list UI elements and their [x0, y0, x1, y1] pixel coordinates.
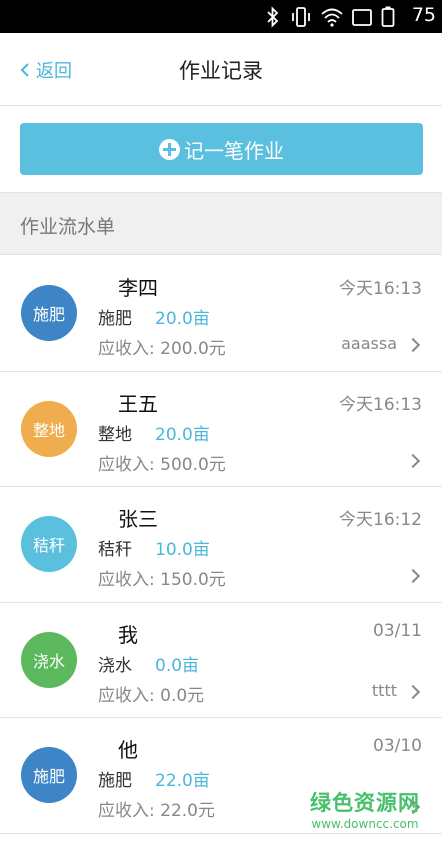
list-item[interactable]: 施肥 李四 今天16:13 施肥 20.0亩 应收入: 200.0元 aaass…: [0, 256, 442, 372]
record-area: 20.0亩: [155, 424, 210, 445]
record-name: 王五: [118, 391, 158, 416]
record-name: 我: [118, 622, 138, 647]
record-time: 今天16:13: [339, 279, 422, 299]
task-type-badge: 施肥: [21, 747, 77, 804]
bluetooth-icon: [267, 6, 279, 28]
page-title: 作业记录: [179, 59, 263, 83]
add-record-button[interactable]: 记一笔作业: [20, 123, 423, 175]
chevron-right-icon: [405, 453, 421, 468]
record-type: 浇水: [98, 655, 132, 676]
task-type-badge: 施肥: [21, 285, 77, 341]
section-header: 作业流水单: [0, 192, 442, 255]
record-name: 他: [118, 738, 138, 763]
record-type: 施肥: [98, 771, 132, 792]
list-item[interactable]: 浇水 我 03/11 浇水 0.0亩 应收入: 0.0元 tttt: [0, 602, 442, 719]
record-income: 应收入: 0.0元: [98, 685, 205, 706]
record-note: aaassa: [341, 334, 397, 353]
record-time: 今天16:13: [339, 394, 422, 415]
record-income: 应收入: 500.0元: [98, 454, 226, 475]
status-bar: 75: [0, 0, 442, 33]
chevron-right-icon: [405, 569, 421, 584]
record-name: 张三: [118, 507, 158, 532]
list-item[interactable]: 整地 王五 今天16:13 整地 20.0亩 应收入: 500.0元: [0, 371, 442, 488]
wifi-icon: [321, 8, 343, 27]
watermark-url: www.downcc.com: [311, 817, 419, 831]
record-time: 今天16:12: [339, 510, 422, 531]
list-item[interactable]: 秸秆 张三 今天16:12 秸秆 10.0亩 应收入: 150.0元: [0, 487, 442, 603]
signal-icon: [352, 9, 372, 26]
record-area: 0.0亩: [155, 655, 200, 676]
vibrate-icon: [292, 7, 310, 27]
record-area: 20.0亩: [155, 309, 210, 329]
task-type-badge: 浇水: [21, 631, 77, 688]
section-title: 作业流水单: [20, 216, 116, 238]
record-type: 整地: [98, 424, 132, 445]
battery-level: 75: [411, 4, 436, 26]
record-type: 施肥: [98, 309, 132, 329]
record-time: 03/11: [373, 620, 422, 641]
record-area: 22.0亩: [155, 771, 210, 792]
record-type: 秸秆: [98, 540, 132, 561]
record-area: 10.0亩: [155, 540, 210, 561]
task-type-badge: 整地: [21, 400, 77, 457]
record-note: tttt: [371, 680, 397, 700]
battery-icon: [381, 6, 395, 27]
chevron-right-icon: [405, 684, 421, 699]
watermark: 绿色资源网 www.downcc.com: [310, 787, 420, 831]
plus-circle-icon: [159, 138, 180, 160]
task-type-badge: 秸秆: [21, 516, 77, 573]
add-record-label: 记一笔作业: [184, 138, 284, 163]
record-time: 03/10: [373, 736, 422, 757]
chevron-right-icon: [405, 337, 421, 353]
record-list: 施肥 李四 今天16:13 施肥 20.0亩 应收入: 200.0元 aaass…: [0, 256, 442, 834]
record-name: 李四: [118, 276, 158, 300]
record-income: 应收入: 150.0元: [98, 570, 226, 591]
nav-bar: 返回 作业记录: [0, 33, 442, 106]
watermark-title: 绿色资源网: [310, 791, 420, 815]
record-income: 应收入: 22.0元: [98, 801, 215, 822]
record-income: 应收入: 200.0元: [98, 339, 226, 359]
